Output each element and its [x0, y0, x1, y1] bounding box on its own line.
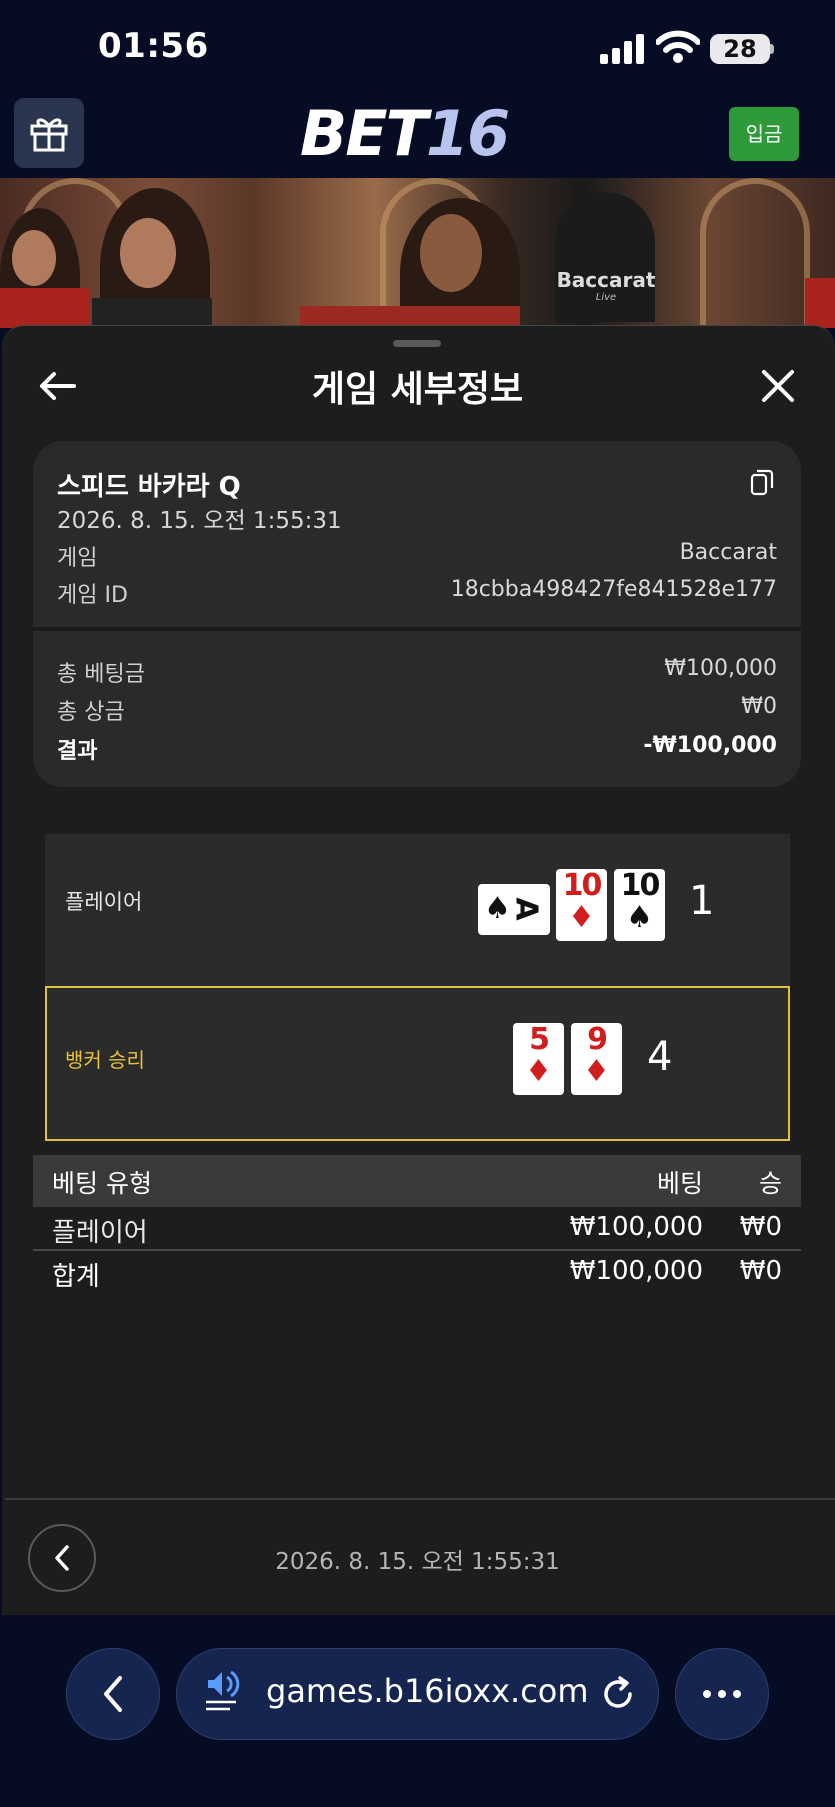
- player-label: 플레이어: [65, 890, 143, 914]
- bet-amount-header: 베팅: [656, 1169, 703, 1198]
- banker-card-2-rank: 9: [587, 1022, 608, 1057]
- audio-playing-icon[interactable]: [204, 1666, 244, 1716]
- bet-row-amount: ₩100,000: [569, 1212, 703, 1242]
- total-prize-label: 총 상금: [57, 700, 125, 725]
- game-label: 게임: [57, 546, 98, 571]
- win-header: 승: [758, 1169, 782, 1198]
- baccarat-sign-text: Baccarat: [556, 268, 656, 292]
- bet-type-header: 베팅 유형: [52, 1169, 152, 1198]
- footer-divider: [5, 1498, 835, 1500]
- game-id-value: 18cbba498427fe841528e177: [450, 577, 777, 602]
- player-card-3-suit: ♠: [626, 900, 653, 935]
- gift-icon: [30, 118, 68, 152]
- close-icon[interactable]: [758, 366, 798, 406]
- player-card-3-rank: 10: [620, 868, 661, 903]
- gift-button[interactable]: [14, 98, 84, 168]
- game-id-label: 게임 ID: [57, 583, 128, 608]
- table-divider: [33, 1249, 801, 1251]
- back-arrow-icon[interactable]: [38, 366, 78, 406]
- player-card-2: 10 ♦: [556, 869, 607, 941]
- banker-card-2-suit: ♦: [583, 1054, 610, 1089]
- total-bet-value: ₩100,000: [664, 656, 777, 681]
- player-card-1: ♠ A: [478, 884, 550, 935]
- banker-hand-row: [45, 986, 790, 1141]
- status-time: 01:56: [98, 26, 209, 66]
- cellular-signal-icon: [600, 34, 644, 64]
- game-name: 스피드 바카라 Q: [57, 472, 241, 502]
- copy-icon[interactable]: [750, 468, 774, 496]
- bet16-logo[interactable]: BET16: [300, 96, 510, 172]
- game-datetime: 2026. 8. 15. 오전 1:55:31: [57, 508, 342, 534]
- baccarat-sign-subtext: Live: [595, 292, 617, 303]
- banker-score: 4: [647, 1034, 673, 1080]
- banker-win-label: 뱅커 승리: [65, 1048, 145, 1072]
- total-row-win: ₩0: [739, 1256, 782, 1286]
- battery-nub: [770, 44, 774, 54]
- live-dealer-banner: [0, 178, 835, 328]
- total-row-label: 합계: [52, 1262, 100, 1292]
- player-card-2-suit: ♦: [568, 900, 595, 935]
- sheet-title: 게임 세부정보: [311, 369, 524, 410]
- browser-back-button[interactable]: [66, 1648, 160, 1740]
- player-card-1-rank: A: [508, 897, 544, 921]
- banker-card-1-suit: ♦: [525, 1054, 552, 1089]
- battery-indicator: 28: [710, 34, 770, 64]
- player-card-1-suit: ♠: [484, 891, 511, 926]
- player-score: 1: [689, 878, 715, 924]
- result-value: -₩100,000: [643, 733, 777, 758]
- reload-icon[interactable]: [600, 1676, 636, 1712]
- card-divider: [33, 627, 801, 631]
- wifi-icon: [656, 30, 700, 63]
- sheet-grabber[interactable]: [393, 340, 441, 347]
- footer-datetime: 2026. 8. 15. 오전 1:55:31: [275, 1549, 560, 1575]
- player-card-3: 10 ♠: [614, 869, 665, 941]
- banker-card-2: 9 ♦: [571, 1023, 622, 1095]
- bet-row-type: 플레이어: [52, 1218, 148, 1248]
- banker-card-1-rank: 5: [529, 1022, 550, 1057]
- player-hand-row: [45, 834, 790, 986]
- banker-card-1: 5 ♦: [513, 1023, 564, 1095]
- logo-text: BET: [300, 97, 428, 170]
- bet-row-win: ₩0: [739, 1212, 782, 1242]
- more-dots-icon: [703, 1690, 741, 1698]
- result-label: 결과: [57, 739, 98, 764]
- total-prize-value: ₩0: [741, 694, 777, 719]
- more-options-button[interactable]: [675, 1648, 769, 1740]
- player-card-2-rank: 10: [562, 868, 603, 903]
- deposit-button[interactable]: 입금: [729, 107, 799, 161]
- total-row-bet: ₩100,000: [569, 1256, 703, 1286]
- game-value: Baccarat: [679, 540, 777, 565]
- total-bet-label: 총 베팅금: [57, 662, 145, 687]
- logo-number: 16: [425, 97, 510, 170]
- chevron-left-icon: [104, 1676, 122, 1712]
- url-text[interactable]: games.b16ioxx.com: [266, 1672, 589, 1710]
